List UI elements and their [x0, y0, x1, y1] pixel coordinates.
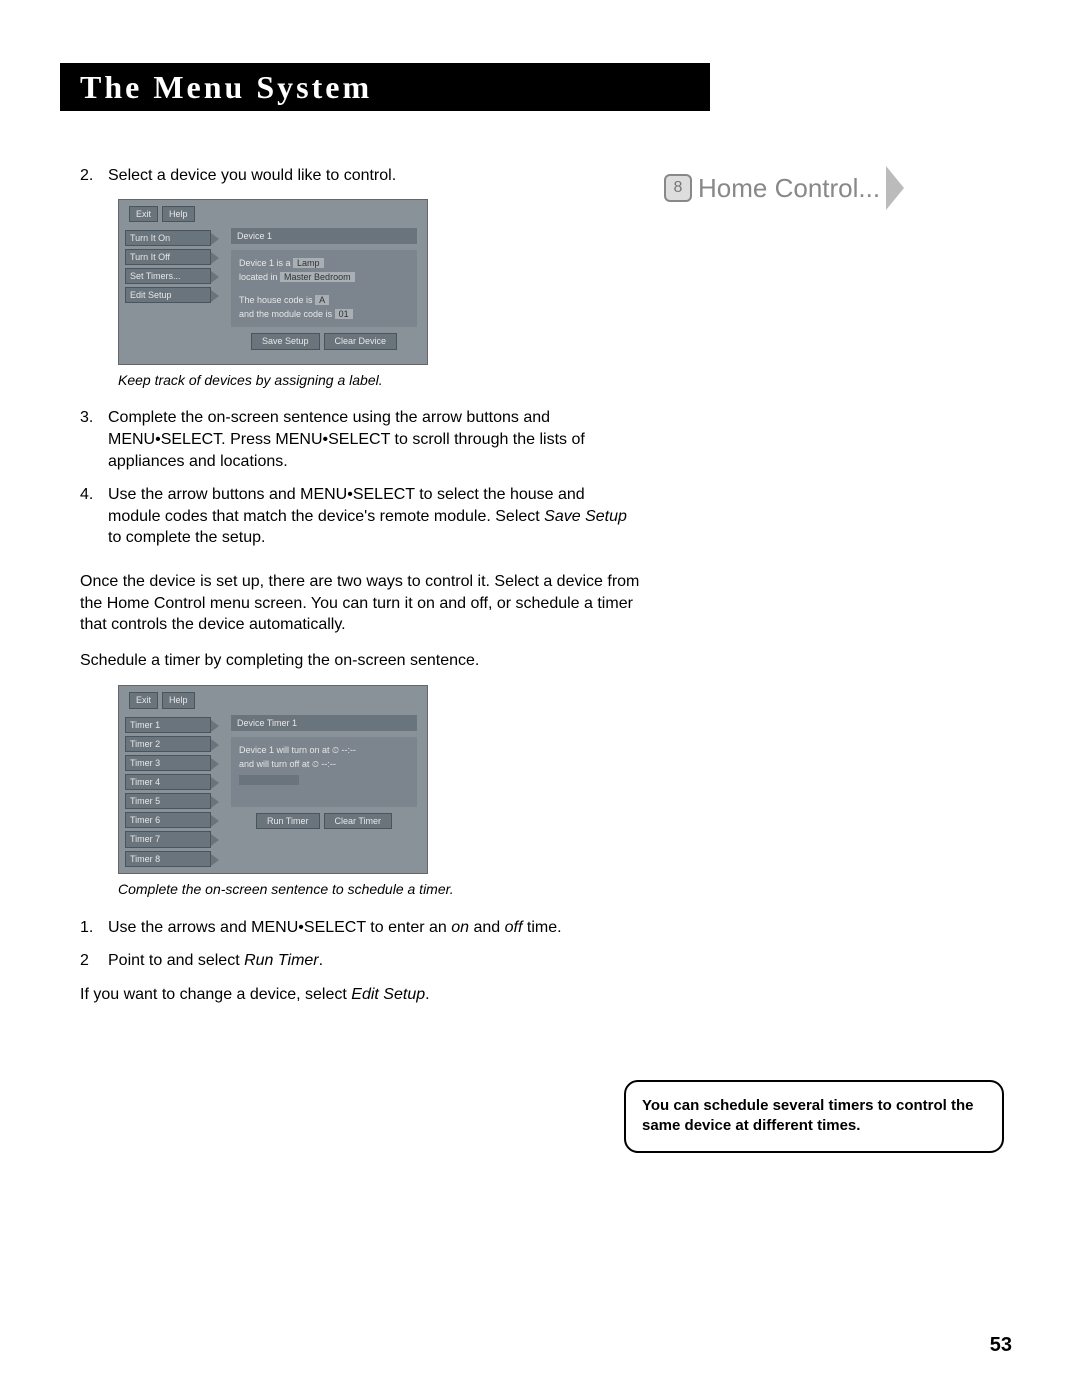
timer-item: Timer 7	[125, 831, 211, 847]
page-number: 53	[990, 1334, 1012, 1357]
step-item: 3. Complete the on-screen sentence using…	[80, 407, 640, 472]
italic-term: Edit Setup	[351, 986, 425, 1003]
step-number: 4.	[80, 484, 108, 549]
sentence-line: Device 1 will turn on at ⏲ --:--	[239, 743, 409, 757]
timer-item: Timer 8	[125, 851, 211, 867]
text-part: Point to and select	[108, 952, 244, 969]
italic-term: on	[451, 919, 469, 936]
save-setup-button: Save Setup	[251, 333, 320, 349]
step-text: Use the arrows and MENU•SELECT to enter …	[108, 917, 562, 939]
breadcrumb-label: Home Control...	[698, 173, 880, 204]
blank-field	[239, 775, 299, 785]
timer-item: Timer 1	[125, 717, 211, 733]
paragraph: Once the device is set up, there are two…	[80, 571, 640, 636]
exit-button: Exit	[129, 692, 158, 708]
tip-callout: You can schedule several timers to contr…	[624, 1080, 1004, 1153]
timer-item: Timer 3	[125, 755, 211, 771]
ui-screenshot-timer: Exit Help Timer 1 Timer 2 Timer 3 Timer …	[118, 685, 428, 873]
menu-item: Turn It On	[125, 230, 211, 246]
field-value: A	[315, 295, 329, 305]
timer-item: Timer 5	[125, 793, 211, 809]
help-button: Help	[162, 692, 195, 708]
step-number: 2	[80, 950, 108, 972]
run-timer-button: Run Timer	[256, 813, 320, 829]
text-part: Use the arrow buttons and MENU•SELECT to…	[108, 486, 585, 525]
menu-item: Edit Setup	[125, 287, 211, 303]
step-item: 4. Use the arrow buttons and MENU•SELECT…	[80, 484, 640, 549]
figure-caption: Keep track of devices by assigning a lab…	[118, 371, 640, 390]
step-text: Point to and select Run Timer.	[108, 950, 323, 972]
clear-device-button: Clear Device	[324, 333, 398, 349]
field-value: 01	[335, 309, 353, 319]
field-value: Lamp	[293, 258, 324, 268]
text-part: .	[425, 986, 429, 1003]
step-number: 2.	[80, 165, 108, 187]
home-control-icon: 8	[664, 174, 692, 202]
timer-item: Timer 2	[125, 736, 211, 752]
text-part: .	[319, 952, 323, 969]
italic-term: Save Setup	[544, 508, 627, 525]
chevron-right-icon	[886, 166, 904, 210]
title-text: The Menu System	[80, 69, 372, 106]
tip-text: You can schedule several timers to contr…	[642, 1097, 974, 1134]
step-text: Use the arrow buttons and MENU•SELECT to…	[108, 484, 640, 549]
main-content: 2. Select a device you would like to con…	[80, 165, 640, 1019]
panel-title: Device 1	[231, 228, 417, 244]
sentence-part: The house code is	[239, 295, 313, 305]
step-number: 1.	[80, 917, 108, 939]
step-item: 1. Use the arrows and MENU•SELECT to ent…	[80, 917, 640, 939]
text-part: time.	[522, 919, 561, 936]
step-text: Complete the on-screen sentence using th…	[108, 407, 640, 472]
exit-button: Exit	[129, 206, 158, 222]
ui-screenshot-device-setup: Exit Help Turn It On Turn It Off Set Tim…	[118, 199, 428, 365]
breadcrumb-banner: 8 Home Control...	[650, 166, 904, 210]
field-value: Master Bedroom	[280, 272, 355, 282]
text-part: and	[469, 919, 505, 936]
timer-item: Timer 6	[125, 812, 211, 828]
panel-title: Device Timer 1	[231, 715, 417, 731]
text-part: If you want to change a device, select	[80, 986, 351, 1003]
menu-item: Turn It Off	[125, 249, 211, 265]
italic-term: off	[505, 919, 523, 936]
menu-item: Set Timers...	[125, 268, 211, 284]
italic-term: Run Timer	[244, 952, 319, 969]
sentence-line: and will turn off at ⏲ --:--	[239, 757, 409, 771]
figure-caption: Complete the on-screen sentence to sched…	[118, 880, 640, 899]
step-text: Select a device you would like to contro…	[108, 165, 396, 187]
sentence-part: and the module code is	[239, 309, 332, 319]
clear-timer-button: Clear Timer	[324, 813, 393, 829]
sentence-part: Device 1 is a	[239, 258, 291, 268]
step-number: 3.	[80, 407, 108, 472]
section-title: The Menu System	[60, 63, 710, 111]
timer-item: Timer 4	[125, 774, 211, 790]
paragraph: Schedule a timer by completing the on-sc…	[80, 650, 640, 672]
paragraph: If you want to change a device, select E…	[80, 984, 640, 1006]
text-part: to complete the setup.	[108, 529, 265, 546]
text-part: Use the arrows and MENU•SELECT to enter …	[108, 919, 451, 936]
step-item: 2. Select a device you would like to con…	[80, 165, 640, 187]
help-button: Help	[162, 206, 195, 222]
step-item: 2 Point to and select Run Timer.	[80, 950, 640, 972]
sentence-part: located in	[239, 272, 278, 282]
